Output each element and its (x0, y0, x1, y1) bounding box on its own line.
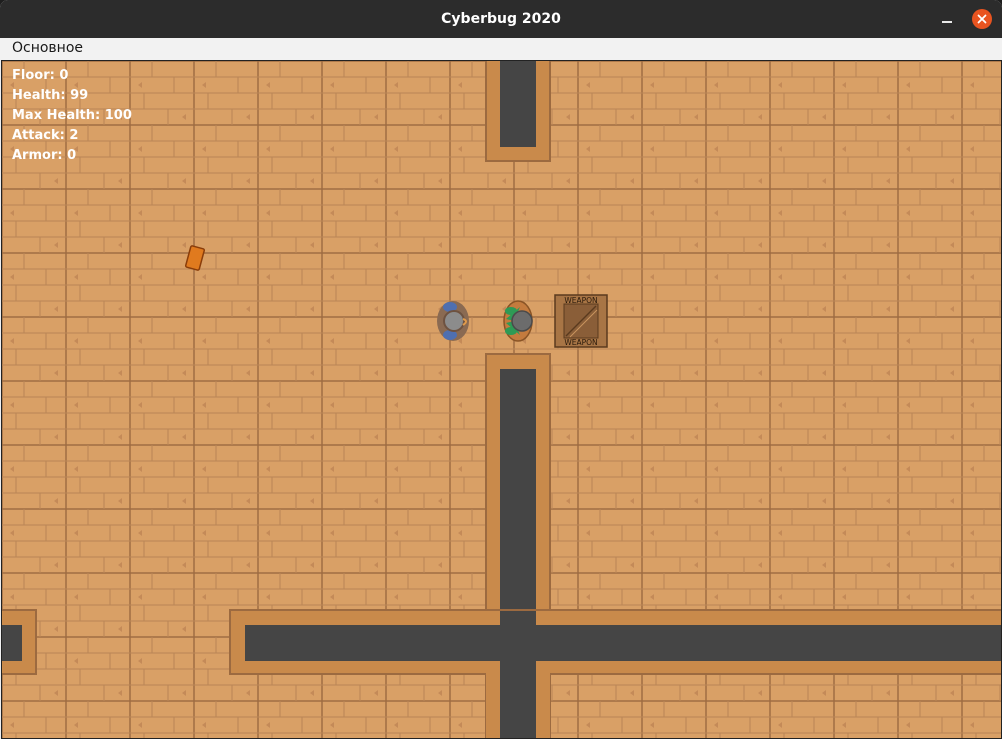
hud-health: Health: 99 (12, 88, 89, 103)
weapon-crate[interactable]: WEAPON WEAPON (554, 294, 608, 348)
close-icon (977, 14, 987, 24)
minimize-button[interactable] (935, 7, 959, 31)
window-title: Cyberbug 2020 (441, 11, 561, 27)
crate-label-bottom: WEAPON (564, 338, 597, 347)
menu-item-main[interactable]: Основное (12, 40, 83, 56)
hud-max-health: Max Health: 100 (12, 108, 132, 123)
hud-floor: Floor: 0 (12, 68, 69, 83)
enemy-character-icon[interactable] (437, 301, 469, 341)
menu-bar: Основное (0, 38, 1002, 60)
wall-junction (500, 611, 536, 673)
hud-stats-panel: Floor: 0 Health: 99 Max Health: 100 Atta… (12, 66, 132, 166)
wall-lower-right-edge (536, 673, 550, 738)
wall-lower-left-edge (486, 673, 500, 738)
wall-left-stub (2, 609, 37, 675)
hud-attack: Attack: 2 (12, 128, 79, 143)
crate-label-top: WEAPON (564, 296, 597, 305)
close-button[interactable] (972, 9, 992, 29)
title-bar: Cyberbug 2020 (0, 0, 1002, 38)
wall-horizontal (229, 609, 1001, 675)
player-character-icon[interactable] (503, 300, 533, 342)
minimize-icon (942, 21, 952, 23)
wall-top (485, 61, 551, 162)
game-canvas[interactable]: WEAPON WEAPON (2, 61, 1001, 738)
hud-armor: Armor: 0 (12, 148, 77, 163)
game-viewport[interactable]: WEAPON WEAPON Floor: 0 Health: 99 Max He… (1, 60, 1002, 739)
app-window: Cyberbug 2020 Основное WEAPON WEAPON Flo… (0, 0, 1002, 739)
